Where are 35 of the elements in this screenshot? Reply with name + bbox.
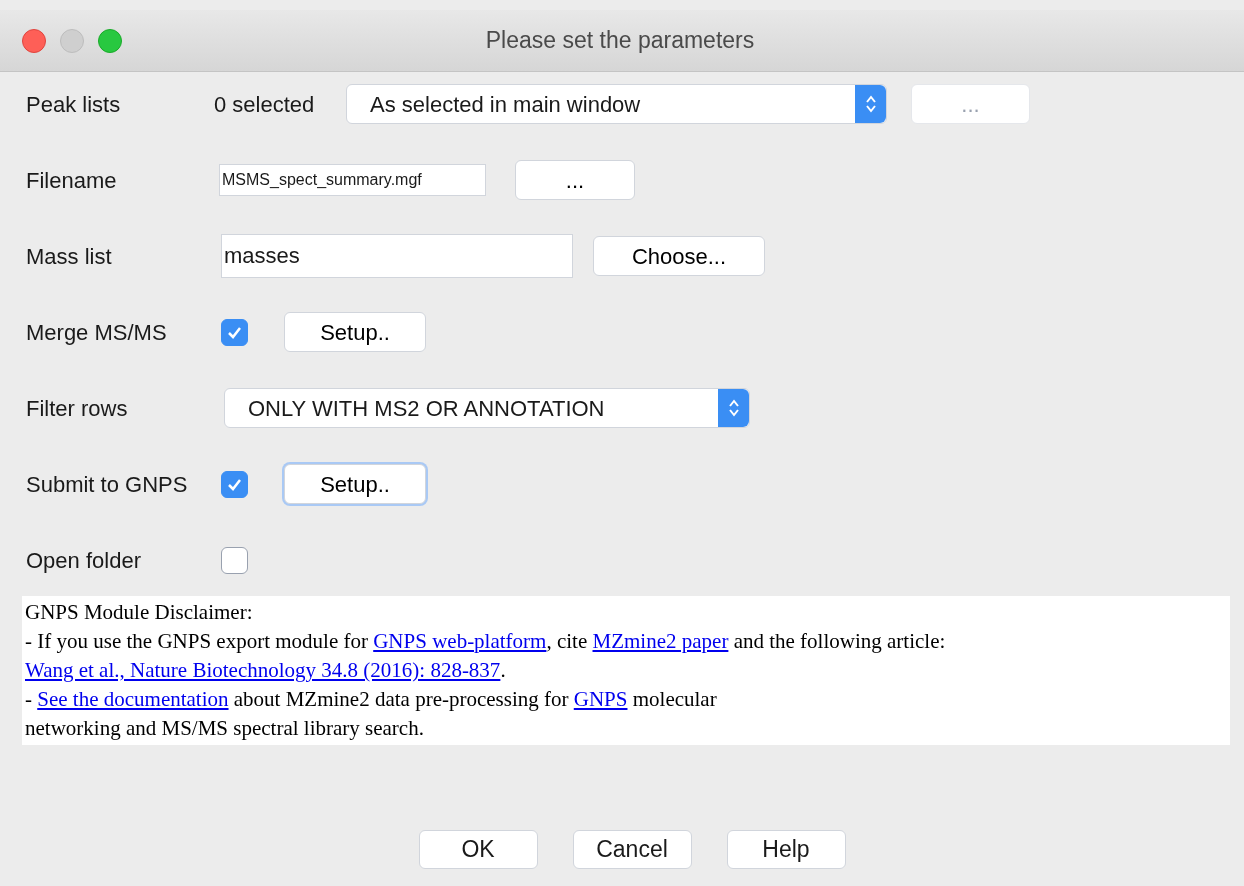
field-label: Submit to GNPS	[25, 470, 189, 499]
button[interactable]: Help	[726, 830, 846, 869]
disclaimer-text: networking and MS/MS spectral library search.	[25, 715, 425, 742]
link[interactable]: GNPS	[573, 687, 628, 711]
checkbox[interactable]	[221, 546, 248, 574]
field-label: Peak lists	[25, 90, 122, 119]
link[interactable]: Wang et al., Nature Biotechnology 34.8 (2016): 828-837	[25, 658, 501, 682]
field-label: Open folder	[25, 546, 142, 575]
link[interactable]: See the documentation	[37, 687, 229, 711]
input-field[interactable]: MSMS_spect_summary.mgf	[219, 164, 486, 196]
selection-count: 0 selected	[214, 90, 316, 119]
dropdown[interactable]: As selected in main window	[346, 84, 887, 124]
button[interactable]: Setup..	[284, 464, 426, 504]
field-label: Filter rows	[25, 394, 129, 423]
disclaimer-text: Wang et al., Nature Biotechnology 34.8 (2016): 828-837.	[25, 657, 507, 684]
disclaimer-text: - See the documentation about MZmine2 data pre-processing for GNPS molecular	[25, 686, 718, 713]
checkbox[interactable]	[221, 318, 248, 346]
button[interactable]: Choose...	[593, 236, 765, 276]
disclaimer-text: - If you use the GNPS export module for GNPS web-platform, cite MZmine2 paper and the following article:	[25, 628, 947, 655]
button[interactable]: OK	[418, 830, 538, 869]
dropdown[interactable]: ONLY WITH MS2 OR ANNOTATION	[224, 388, 750, 428]
button[interactable]: Cancel	[572, 830, 692, 869]
close-icon[interactable]	[22, 28, 46, 53]
link[interactable]: MZmine2 paper	[592, 629, 729, 653]
window-title: Please set the parameters	[484, 26, 756, 56]
disclaimer-text: GNPS Module Disclaimer:	[25, 599, 254, 626]
input-field[interactable]: masses	[221, 234, 573, 278]
button[interactable]: Setup..	[284, 312, 426, 352]
field-label: Filename	[25, 166, 118, 195]
field-label: Merge MS/MS	[25, 318, 168, 347]
zoom-icon[interactable]	[98, 28, 122, 53]
button[interactable]: ...	[515, 160, 635, 200]
link[interactable]: GNPS web-platform	[373, 629, 547, 653]
field-label: Mass list	[25, 242, 113, 271]
checkbox[interactable]	[221, 470, 248, 498]
